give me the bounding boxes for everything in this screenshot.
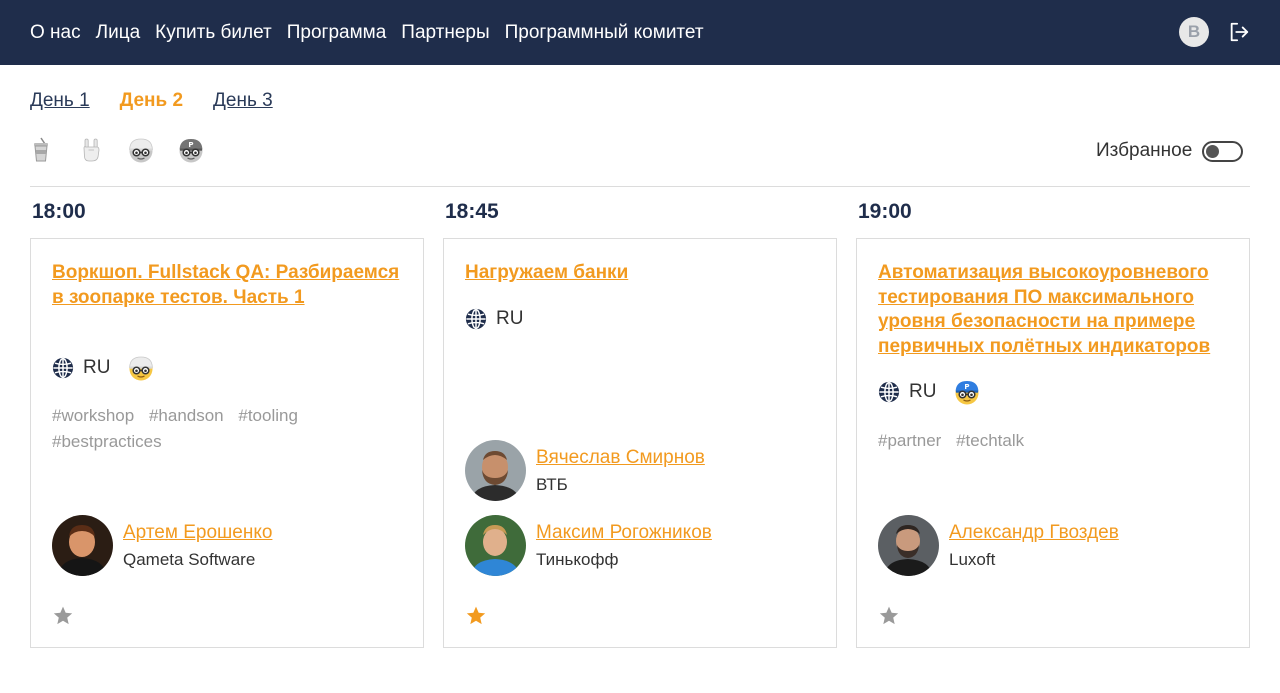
talk-language: RU bbox=[83, 357, 111, 378]
talk-card: Воркшоп. Fullstack QA: Разбираемся в зоо… bbox=[30, 238, 424, 648]
slot-time: 19:00 bbox=[858, 200, 912, 223]
schedule-column: 19:00 Автоматизация высокоуровневого тес… bbox=[856, 200, 1250, 648]
favorites-filter: Избранное bbox=[1096, 140, 1244, 162]
toggle-knob bbox=[1206, 144, 1220, 158]
speaker-company: ВТБ bbox=[536, 474, 568, 494]
slot-time: 18:45 bbox=[445, 200, 499, 223]
favorite-star-icon[interactable] bbox=[465, 605, 487, 627]
talk-card: Нагружаем банки RU Вячеслав Смирнов ВТБ bbox=[443, 238, 837, 648]
tag[interactable]: #handson bbox=[149, 406, 224, 425]
talk-tags: #partner #techtalk bbox=[878, 428, 1218, 454]
cup-icon[interactable] bbox=[28, 136, 54, 164]
nav-item-program-committee[interactable]: Программный комитет bbox=[505, 22, 704, 44]
nerd-partner-icon bbox=[954, 379, 980, 405]
talk-meta: RU bbox=[465, 308, 541, 330]
talk-meta: RU bbox=[52, 355, 154, 381]
tag[interactable]: #workshop bbox=[52, 406, 134, 425]
rock-hand-icon[interactable] bbox=[78, 136, 104, 164]
tag[interactable]: #bestpractices bbox=[52, 432, 162, 451]
nav-item-faces[interactable]: Лица bbox=[96, 22, 141, 44]
speaker: Александр Гвоздев Luxoft bbox=[878, 515, 1119, 576]
speaker-name[interactable]: Александр Гвоздев bbox=[949, 522, 1119, 544]
talk-card: Автоматизация высокоуровневого тестирова… bbox=[856, 238, 1250, 648]
talk-language: RU bbox=[496, 308, 524, 329]
tag[interactable]: #tooling bbox=[238, 406, 298, 425]
talk-title[interactable]: Автоматизация высокоуровневого тестирова… bbox=[878, 261, 1233, 359]
top-navbar: О нас Лица Купить билет Программа Партне… bbox=[0, 0, 1280, 65]
nerd-helmet-icon[interactable] bbox=[128, 136, 154, 164]
globe-icon bbox=[465, 308, 487, 330]
level-filters bbox=[28, 136, 228, 164]
nerd-helmet-icon bbox=[128, 355, 154, 381]
speaker: Артем Ерошенко Qameta Software bbox=[52, 515, 272, 576]
nav-item-buy-ticket[interactable]: Купить билет bbox=[155, 22, 272, 44]
talk-title[interactable]: Воркшоп. Fullstack QA: Разбираемся в зоо… bbox=[52, 261, 407, 310]
nav-item-partners[interactable]: Партнеры bbox=[401, 22, 489, 44]
speaker-avatar bbox=[465, 440, 526, 501]
speaker-avatar bbox=[878, 515, 939, 576]
tab-day-1[interactable]: День 1 bbox=[30, 90, 90, 112]
main-nav: О нас Лица Купить билет Программа Партне… bbox=[30, 0, 719, 65]
logout-icon[interactable] bbox=[1228, 21, 1250, 43]
schedule-column: 18:45 Нагружаем банки RU Вячеслав Смирно… bbox=[443, 200, 837, 648]
tab-day-3[interactable]: День 3 bbox=[213, 90, 273, 112]
speaker: Максим Рогожников Тинькофф bbox=[465, 515, 712, 576]
speaker-company: Тинькофф bbox=[536, 549, 619, 569]
nerd-partner-icon[interactable] bbox=[178, 136, 204, 164]
speaker-avatar bbox=[52, 515, 113, 576]
tag[interactable]: #partner bbox=[878, 431, 941, 450]
globe-icon bbox=[878, 381, 900, 403]
favorites-label: Избранное bbox=[1096, 140, 1193, 161]
tag[interactable]: #techtalk bbox=[956, 431, 1024, 450]
speaker-company: Qameta Software bbox=[123, 549, 256, 569]
nav-item-program[interactable]: Программа bbox=[287, 22, 387, 44]
globe-icon bbox=[52, 357, 74, 379]
schedule-column: 18:00 Воркшоп. Fullstack QA: Разбираемся… bbox=[30, 200, 424, 648]
user-avatar[interactable]: B bbox=[1179, 17, 1209, 47]
speaker-avatar bbox=[465, 515, 526, 576]
talk-meta: RU bbox=[878, 379, 980, 405]
slot-time: 18:00 bbox=[32, 200, 86, 223]
day-tabs: День 1 День 2 День 3 bbox=[30, 90, 303, 112]
speaker-name[interactable]: Максим Рогожников bbox=[536, 522, 712, 544]
talk-language: RU bbox=[909, 381, 937, 402]
favorites-toggle[interactable] bbox=[1202, 140, 1244, 162]
tab-day-2[interactable]: День 2 bbox=[120, 90, 183, 112]
speaker-company: Luxoft bbox=[949, 549, 996, 569]
speaker-name[interactable]: Вячеслав Смирнов bbox=[536, 447, 705, 469]
talk-tags: #workshop #handson #tooling #bestpractic… bbox=[52, 403, 392, 455]
divider bbox=[30, 186, 1250, 187]
speaker-name[interactable]: Артем Ерошенко bbox=[123, 522, 272, 544]
speaker: Вячеслав Смирнов ВТБ bbox=[465, 440, 705, 501]
favorite-star-icon[interactable] bbox=[878, 605, 900, 627]
nav-item-about[interactable]: О нас bbox=[30, 22, 81, 44]
favorite-star-icon[interactable] bbox=[52, 605, 74, 627]
talk-title[interactable]: Нагружаем банки bbox=[465, 261, 820, 286]
